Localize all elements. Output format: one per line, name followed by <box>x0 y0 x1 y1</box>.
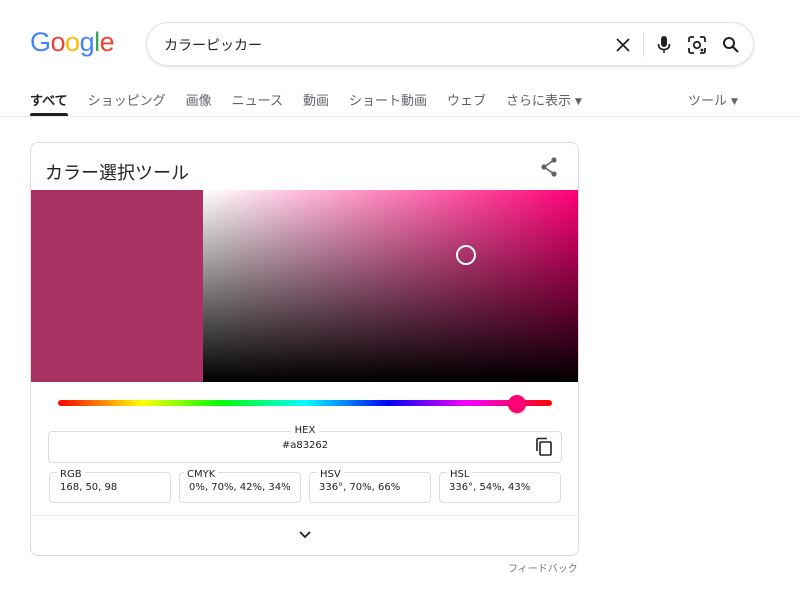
saturation-value-area[interactable] <box>203 190 578 382</box>
lens-icon[interactable] <box>685 33 709 57</box>
tab-short-videos[interactable]: ショート動画 <box>349 90 427 116</box>
card-divider <box>31 515 578 516</box>
rgb-value[interactable]: 168, 50, 98 <box>60 482 117 493</box>
hex-label: HEX <box>290 425 320 436</box>
color-preview-swatch <box>31 190 203 382</box>
share-icon[interactable] <box>537 155 561 179</box>
hex-label-wrap: HEX <box>31 425 578 436</box>
cmyk-value[interactable]: 0%, 70%, 42%, 34% <box>189 482 291 493</box>
tab-web[interactable]: ウェブ <box>447 90 486 116</box>
tab-images[interactable]: 画像 <box>186 90 212 116</box>
color-selector-handle[interactable] <box>456 245 477 266</box>
tab-videos[interactable]: 動画 <box>303 90 329 116</box>
tab-more-label: さらに表示 <box>506 94 572 109</box>
logo-letter: e <box>99 27 115 57</box>
copy-icon[interactable] <box>535 437 553 457</box>
tools-button[interactable]: ツール ▼ <box>688 90 738 109</box>
tab-more[interactable]: さらに表示 ▼ <box>506 90 582 116</box>
hue-slider[interactable] <box>58 400 552 406</box>
search-separator <box>643 33 644 57</box>
tab-all[interactable]: すべて <box>30 90 68 116</box>
google-logo[interactable]: Google <box>30 27 115 58</box>
tools-label: ツール <box>688 94 728 109</box>
logo-letter: o <box>50 27 66 57</box>
hex-value[interactable]: #a83262 <box>31 440 578 451</box>
rgb-label: RGB <box>57 469 85 480</box>
tab-shopping[interactable]: ショッピング <box>88 90 166 116</box>
header-divider <box>0 116 800 117</box>
caret-down-icon: ▼ <box>731 96 738 107</box>
hsv-label: HSV <box>317 469 344 480</box>
chevron-down-icon[interactable] <box>295 527 315 543</box>
logo-letter: G <box>30 27 51 57</box>
feedback-link[interactable]: フィードバック <box>508 560 578 575</box>
tab-news[interactable]: ニュース <box>232 90 283 116</box>
search-input[interactable]: カラーピッカー <box>164 35 262 55</box>
color-picker-card: カラー選択ツール HEX #a83262 RGB 168, 50, 98 CMY… <box>30 142 579 556</box>
mic-icon[interactable] <box>652 33 676 57</box>
logo-letter: o <box>65 27 80 57</box>
search-tabs: すべて ショッピング 画像 ニュース 動画 ショート動画 ウェブ さらに表示 ▼ <box>30 90 602 116</box>
hsl-value[interactable]: 336°, 54%, 43% <box>449 482 530 493</box>
hsl-label: HSL <box>447 469 473 480</box>
hue-slider-handle[interactable] <box>508 395 527 413</box>
logo-letter: g <box>79 27 95 57</box>
cmyk-label: CMYK <box>184 469 219 480</box>
caret-down-icon: ▼ <box>575 96 582 107</box>
close-icon[interactable] <box>611 33 635 57</box>
search-box[interactable]: カラーピッカー <box>146 22 754 66</box>
hsv-value[interactable]: 336°, 70%, 66% <box>319 482 400 493</box>
picker-title: カラー選択ツール <box>45 163 189 184</box>
search-icon[interactable] <box>719 33 743 57</box>
